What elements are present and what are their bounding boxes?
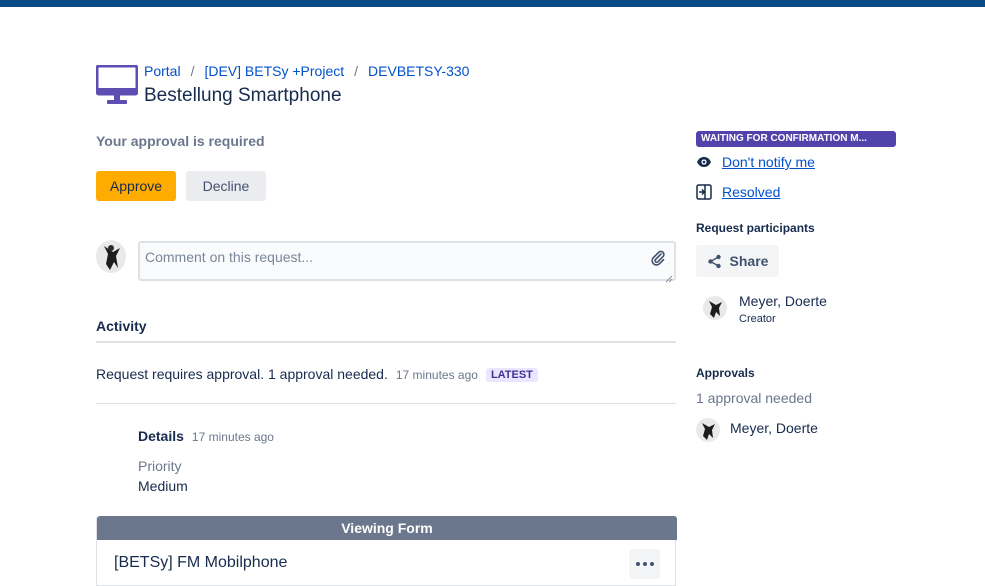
avatar xyxy=(96,240,126,273)
status-badge[interactable]: WAITING FOR CONFIRMATION M... xyxy=(696,131,896,147)
latest-badge: LATEST xyxy=(485,368,538,382)
breadcrumb: Portal / [DEV] BETSy +Project / DEVBETSY-330 xyxy=(144,63,469,79)
participant-name: Meyer, Doerte xyxy=(739,293,827,309)
resize-handle-icon[interactable] xyxy=(665,270,673,283)
divider xyxy=(96,403,676,404)
priority-value: Medium xyxy=(138,478,188,494)
breadcrumb-project[interactable]: [DEV] BETSy +Project xyxy=(204,63,344,79)
comment-placeholder: Comment on this request... xyxy=(145,249,314,265)
share-button[interactable]: Share xyxy=(696,245,779,277)
priority-label: Priority xyxy=(138,458,182,474)
approve-button[interactable]: Approve xyxy=(96,171,176,201)
approvals-needed-text: 1 approval needed xyxy=(696,390,812,406)
approver-name: Meyer, Doerte xyxy=(730,420,818,436)
resolve-link[interactable]: Resolved xyxy=(696,184,780,200)
breadcrumb-issue-key[interactable]: DEVBETSY-330 xyxy=(368,63,469,79)
resolve-icon xyxy=(696,184,712,200)
share-label: Share xyxy=(729,253,769,269)
eye-icon xyxy=(696,154,712,170)
activity-entry-text: Request requires approval. 1 approval ne… xyxy=(96,366,388,382)
paperclip-icon[interactable] xyxy=(650,249,666,267)
activity-entry-time: 17 minutes ago xyxy=(395,368,478,382)
activity-heading: Activity xyxy=(96,318,147,334)
avatar xyxy=(703,296,727,320)
comment-input[interactable]: Comment on this request... xyxy=(138,241,676,283)
notify-toggle-link[interactable]: Don't notify me xyxy=(696,154,815,170)
form-title: [BETSy] FM Mobilphone xyxy=(114,554,288,571)
avatar xyxy=(696,418,720,442)
notify-label: Don't notify me xyxy=(722,154,815,170)
form-banner: Viewing Form xyxy=(97,516,677,540)
breadcrumb-separator: / xyxy=(190,63,195,79)
page-title: Bestellung Smartphone xyxy=(144,85,342,106)
resolve-label: Resolved xyxy=(722,184,781,200)
breadcrumb-portal[interactable]: Portal xyxy=(144,63,181,79)
page: Portal / [DEV] BETSy +Project / DEVBETSY-330… xyxy=(0,0,985,586)
details-label: Details xyxy=(138,428,184,444)
more-icon xyxy=(635,562,654,566)
details-entry: Details 17 minutes ago xyxy=(138,428,274,446)
participant-role: Creator xyxy=(739,313,776,325)
divider xyxy=(96,341,676,343)
decline-button[interactable]: Decline xyxy=(186,171,266,201)
activity-entry: Request requires approval. 1 approval ne… xyxy=(96,366,538,382)
details-time: 17 minutes ago xyxy=(191,430,274,444)
approvals-heading: Approvals xyxy=(696,366,755,380)
participants-heading: Request participants xyxy=(696,221,815,235)
breadcrumb-separator: / xyxy=(354,63,359,79)
share-icon xyxy=(707,254,722,269)
more-actions-button[interactable] xyxy=(629,549,660,579)
monitor-icon xyxy=(95,64,139,105)
approval-required-text: Your approval is required xyxy=(96,133,265,149)
form-card: Viewing Form [BETSy] FM Mobilphone xyxy=(96,516,677,586)
